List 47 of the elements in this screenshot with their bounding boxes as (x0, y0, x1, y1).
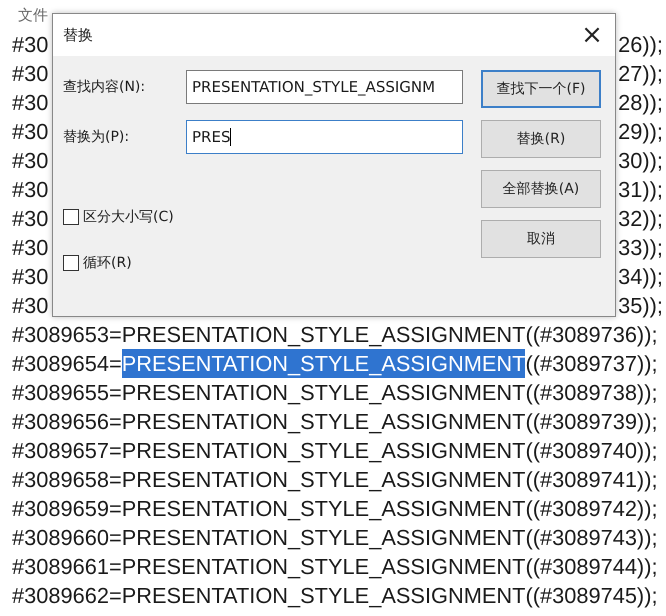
code-text: #3089654= (12, 350, 122, 378)
replace-label: 替换为(P): (63, 128, 130, 146)
code-line-fragment: 34)); (618, 263, 663, 291)
replace-field[interactable]: PRES (186, 120, 463, 154)
code-line-fragment: 29)); (618, 118, 663, 146)
code-line-fragment: #30 (12, 147, 48, 175)
find-field[interactable]: PRESENTATION_STYLE_ASSIGNM (186, 70, 463, 104)
code-text: #3089662=PRESENTATION_STYLE_ASSIGNMENT((#3089745)); (12, 582, 658, 610)
dialog-title: 替换 (63, 26, 93, 44)
dialog-button[interactable]: 全部替换(A) (481, 170, 601, 208)
code-line-fragment: #30 (12, 89, 48, 117)
dialog-button[interactable]: 查找下一个(F) (481, 70, 601, 108)
code-line-fragment: 31)); (618, 176, 663, 204)
checkbox-label: 循环(R) (83, 254, 132, 272)
code-text: #3089660=PRESENTATION_STYLE_ASSIGNMENT((#3089743)); (12, 524, 658, 552)
find-label: 查找内容(N): (63, 78, 146, 96)
dialog-button[interactable]: 替换(R) (481, 120, 601, 158)
code-text: #3089658=PRESENTATION_STYLE_ASSIGNMENT((#3089741)); (12, 466, 658, 494)
file-menu[interactable]: 文件 (18, 6, 48, 24)
dialog-button[interactable]: 取消 (481, 220, 601, 258)
code-text: #3089656=PRESENTATION_STYLE_ASSIGNMENT((#3089739)); (12, 408, 658, 436)
code-line-fragment: #30 (12, 31, 48, 59)
code-line-fragment: 27)); (618, 60, 663, 88)
code-line-fragment: 30)); (618, 147, 663, 175)
code-line-fragment: 35)); (618, 292, 663, 320)
code-line-fragment: 33)); (618, 234, 663, 262)
checkbox-label: 区分大小写(C) (83, 208, 174, 226)
code-line-fragment: #30 (12, 205, 48, 233)
code-line-fragment: 26)); (618, 31, 663, 59)
code-line-fragment: #30 (12, 263, 48, 291)
code-line-fragment: 28)); (618, 89, 663, 117)
code-line-fragment: #30 (12, 292, 48, 320)
checkbox[interactable] (63, 209, 79, 225)
close-button[interactable]: × (569, 15, 615, 55)
code-line-fragment: #30 (12, 118, 48, 146)
code-line-fragment: #30 (12, 60, 48, 88)
checkbox[interactable] (63, 255, 79, 271)
code-text: #3089659=PRESENTATION_STYLE_ASSIGNMENT((#3089742)); (12, 495, 658, 523)
code-line-fragment: 32)); (618, 205, 663, 233)
code-line-fragment: #30 (12, 176, 48, 204)
code-line-fragment: #30 (12, 234, 48, 262)
code-text: #3089653=PRESENTATION_STYLE_ASSIGNMENT((#3089736)); (12, 321, 658, 349)
code-text: #3089657=PRESENTATION_STYLE_ASSIGNMENT((#3089740)); (12, 437, 658, 465)
code-text: ((#3089737)); (525, 350, 658, 378)
code-text: #3089655=PRESENTATION_STYLE_ASSIGNMENT((#3089738)); (12, 379, 658, 407)
code-text: #3089661=PRESENTATION_STYLE_ASSIGNMENT((#3089744)); (12, 553, 658, 581)
selected-text: PRESENTATION_STYLE_ASSIGNMENT (122, 349, 526, 378)
